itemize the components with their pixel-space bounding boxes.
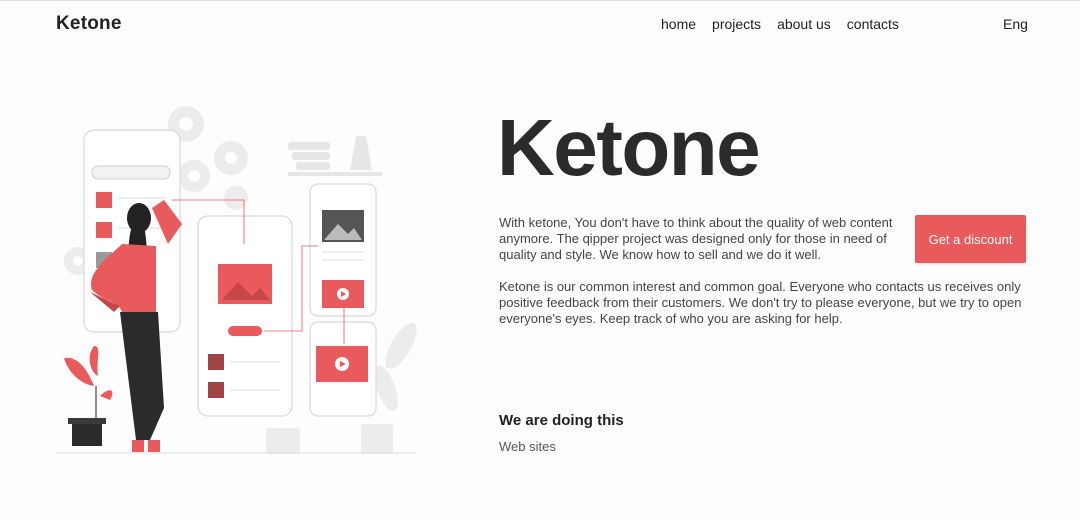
hero-illustration	[56, 106, 417, 454]
main-nav: home projects about us contacts	[661, 16, 915, 32]
phone-mockup	[309, 183, 377, 417]
top-border	[0, 0, 1080, 1]
plant-decor	[64, 346, 113, 446]
hero-description: With ketone, You don't have to think abo…	[499, 215, 893, 262]
site-logo[interactable]: Ketone	[56, 13, 122, 35]
services-heading: We are doing this	[499, 412, 624, 429]
nav-contacts[interactable]: contacts	[847, 16, 899, 32]
phone-mockup	[197, 215, 293, 417]
get-discount-button[interactable]: Get a discount	[915, 215, 1026, 263]
nav-projects[interactable]: projects	[712, 16, 761, 32]
hero-mission-text: Ketone is our common interest and common…	[499, 279, 1022, 326]
language-switcher[interactable]: Eng	[1003, 16, 1028, 32]
shelf-decor	[288, 136, 382, 176]
nav-home[interactable]: home	[661, 16, 696, 32]
hero-title: Ketone	[497, 103, 761, 192]
service-item-web-sites: Web sites	[499, 439, 556, 454]
nav-about-us[interactable]: about us	[777, 16, 831, 32]
